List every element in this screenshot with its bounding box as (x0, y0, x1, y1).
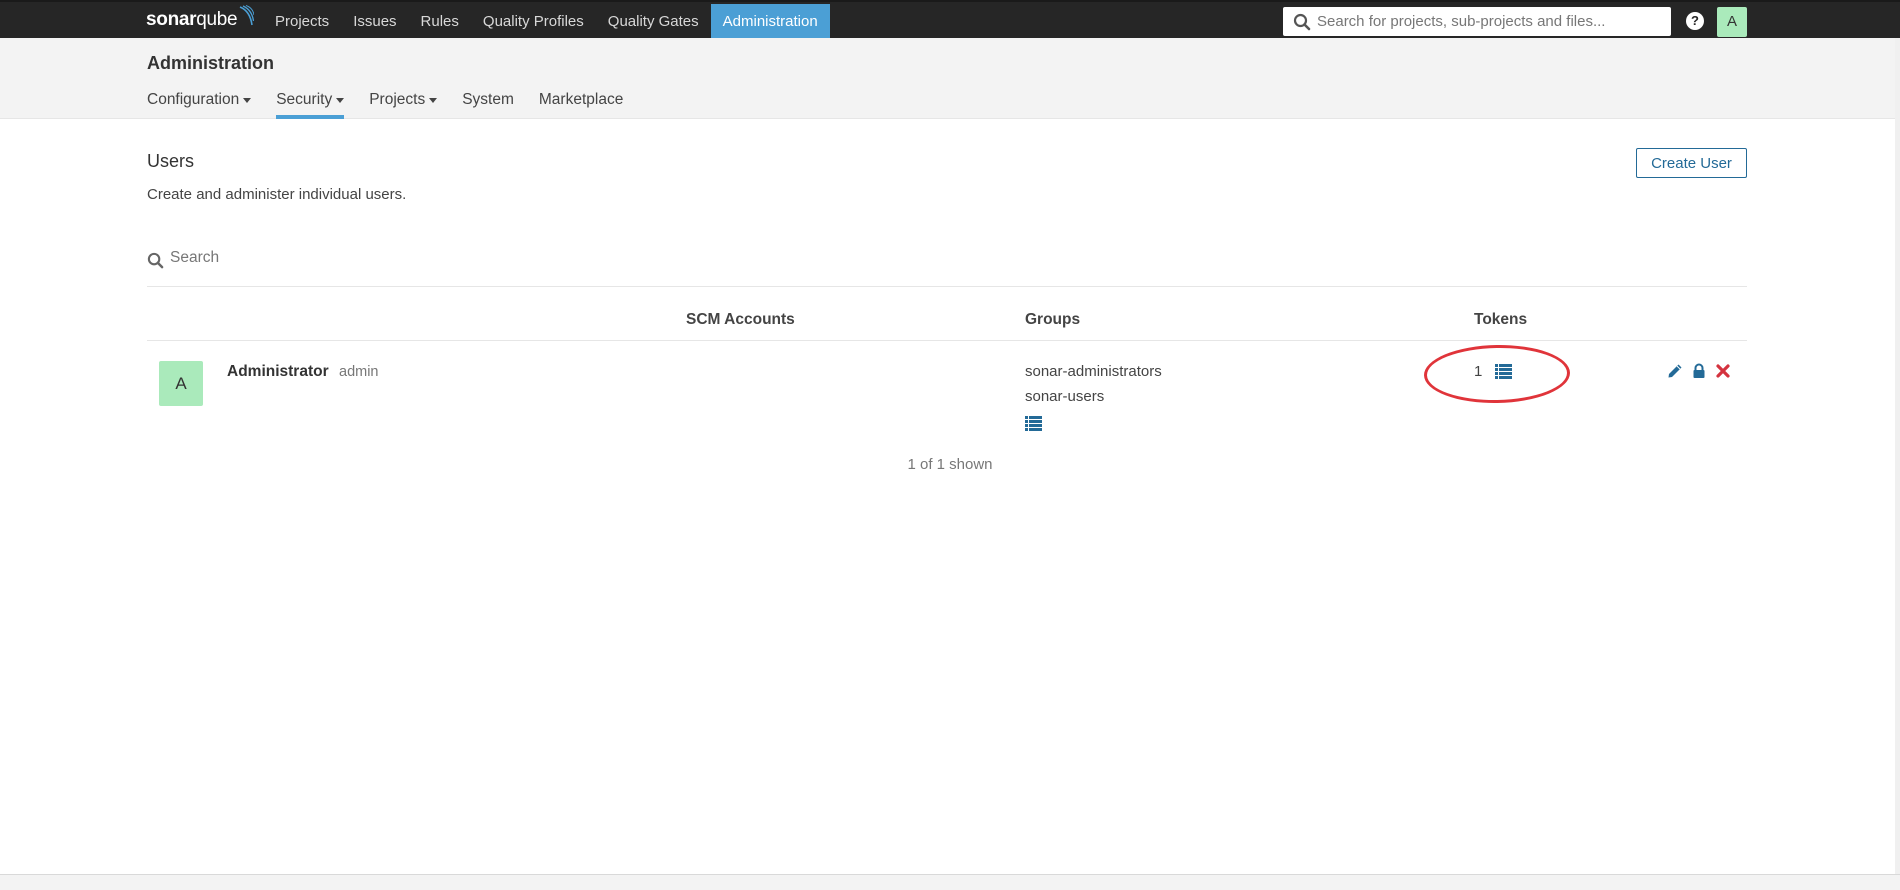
edit-icon[interactable] (1667, 363, 1683, 379)
admin-title: Administration (147, 53, 275, 73)
user-tokens: 1 (1474, 363, 1513, 380)
subnav-projects-label: Projects (369, 91, 426, 108)
search-icon (147, 252, 164, 269)
lock-icon[interactable] (1691, 363, 1707, 379)
subnav-projects[interactable]: Projects (369, 91, 438, 119)
subnav-configuration-label: Configuration (147, 91, 240, 108)
logo-text-bold: sonar (146, 9, 197, 30)
subnav-system[interactable]: System (462, 91, 514, 119)
sonarqube-logo[interactable]: sonar qube (146, 5, 255, 33)
subnav-marketplace[interactable]: Marketplace (539, 91, 623, 119)
admin-subnav: Configuration Security Projects System M… (147, 91, 648, 119)
caret-down-icon (243, 98, 252, 103)
nav-rules[interactable]: Rules (409, 4, 471, 40)
page-title: Users (147, 151, 195, 171)
user-name: Administrator (227, 363, 329, 380)
page-description: Create and administer individual users. (147, 186, 407, 203)
caret-down-icon (429, 98, 438, 103)
search-icon (1293, 13, 1311, 30)
caret-down-icon (336, 98, 345, 103)
pagination-status: 1 of 1 shown (907, 456, 993, 473)
group-item: sonar-users (1025, 388, 1105, 405)
subnav-system-label: System (462, 91, 514, 108)
page-scrollbar[interactable] (1895, 38, 1900, 875)
logo-text-light: qube (196, 9, 238, 30)
users-search-input[interactable] (170, 249, 570, 267)
nav-administration[interactable]: Administration (710, 4, 830, 40)
column-tokens: Tokens (1474, 311, 1528, 328)
column-groups: Groups (1025, 311, 1081, 328)
table-row: A Administrator admin sonar-administrato… (147, 341, 1747, 441)
create-user-button[interactable]: Create User (1636, 148, 1747, 178)
user-login: admin (339, 364, 379, 380)
top-navbar: sonar qube Projects Issues Rules Quality … (0, 0, 1900, 40)
manage-tokens-list-icon[interactable] (1495, 364, 1513, 379)
row-actions (1667, 363, 1731, 379)
nav-issues[interactable]: Issues (341, 4, 408, 40)
tokens-count: 1 (1474, 363, 1483, 380)
nav-quality-profiles[interactable]: Quality Profiles (471, 4, 596, 40)
global-search[interactable] (1283, 7, 1671, 36)
subnav-security-label: Security (276, 91, 333, 108)
footer (0, 874, 1900, 890)
nav-projects[interactable]: Projects (263, 4, 341, 40)
main-nav: Projects Issues Rules Quality Profiles Q… (263, 4, 830, 40)
logo-waves-icon (239, 5, 255, 26)
edit-groups-list-icon[interactable] (1025, 416, 1042, 431)
subnav-marketplace-label: Marketplace (538, 91, 624, 108)
users-search[interactable] (147, 246, 1747, 287)
global-search-input[interactable] (1317, 13, 1667, 30)
subnav-security[interactable]: Security (276, 91, 345, 119)
nav-quality-gates[interactable]: Quality Gates (596, 4, 711, 40)
users-table-header: SCM Accounts Groups Tokens (147, 287, 1747, 341)
group-item: sonar-administrators (1025, 363, 1162, 380)
delete-icon[interactable] (1715, 363, 1731, 379)
column-scm-accounts: SCM Accounts (686, 311, 795, 328)
user-groups: sonar-administrators sonar-users (1025, 363, 1162, 435)
help-icon[interactable]: ? (1686, 12, 1704, 30)
admin-header: Administration Configuration Security Pr… (0, 38, 1895, 119)
avatar: A (159, 361, 203, 406)
user-avatar[interactable]: A (1717, 7, 1747, 37)
subnav-configuration[interactable]: Configuration (147, 91, 252, 119)
